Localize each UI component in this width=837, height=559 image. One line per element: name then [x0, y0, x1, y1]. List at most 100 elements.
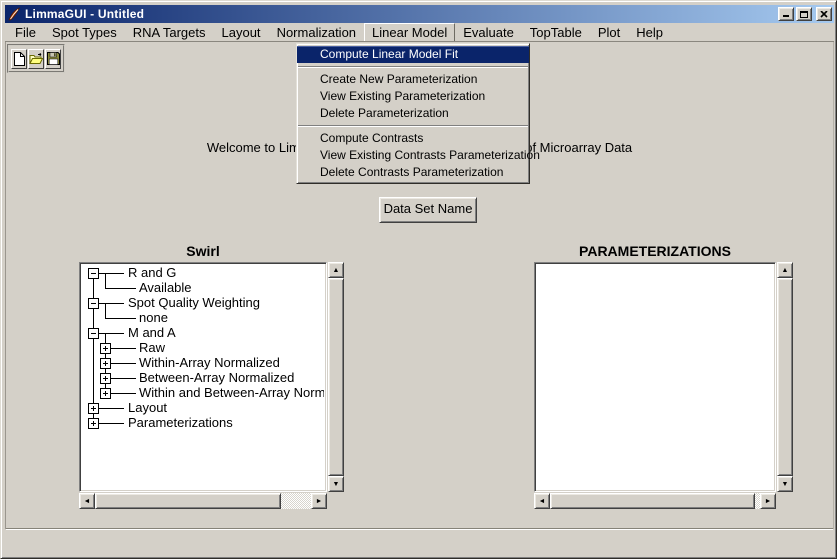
left-horizontal-scrollbar[interactable]: ◄ ►: [79, 493, 327, 509]
parameterizations-list: [537, 265, 773, 489]
scroll-down-icon: ▼: [782, 481, 789, 488]
tree-node-within-array-normalized[interactable]: Within-Array Normalized: [139, 355, 280, 370]
tree-node-spot-quality-weighting[interactable]: Spot Quality Weighting: [128, 295, 260, 310]
menu-item-view-existing-contrasts-parameterization[interactable]: View Existing Contrasts Parameterization: [297, 147, 529, 164]
scroll-left-icon: ◄: [84, 498, 91, 505]
tree-connector-line: [98, 333, 124, 334]
tree-node-parameterizations[interactable]: Parameterizations: [128, 415, 233, 430]
tree-expander-expand-icon[interactable]: [88, 418, 99, 429]
menubar-item-file[interactable]: File: [7, 23, 44, 42]
open-button[interactable]: [28, 49, 44, 69]
minimize-icon: [783, 15, 789, 17]
save-floppy-icon: [47, 52, 60, 65]
tree-expander-collapse-icon[interactable]: [88, 268, 99, 279]
scroll-left-button[interactable]: ◄: [534, 493, 550, 509]
menubar-item-spot-types[interactable]: Spot Types: [44, 23, 125, 42]
tree-node-none[interactable]: none: [139, 310, 168, 325]
menubar-item-evaluate[interactable]: Evaluate: [455, 23, 522, 42]
scrollbar-thumb[interactable]: [328, 278, 344, 476]
app-window: LimmaGUI - Untitled FileSpot TypesRNA Ta…: [0, 0, 837, 559]
tree-expander-expand-icon[interactable]: [100, 343, 111, 354]
data-set-name-button[interactable]: Data Set Name: [379, 197, 477, 223]
scroll-up-icon: ▲: [333, 267, 340, 274]
menu-item-create-new-parameterization[interactable]: Create New Parameterization: [297, 71, 529, 88]
tree-connector-line: [110, 378, 136, 379]
tree-expander-expand-icon[interactable]: [100, 358, 111, 369]
right-horizontal-scrollbar[interactable]: ◄ ►: [534, 493, 776, 509]
tree-connector-line: [110, 363, 136, 364]
menu-item-compute-contrasts[interactable]: Compute Contrasts: [297, 130, 529, 147]
tree-trunk-line: [93, 273, 94, 423]
tree-expander-expand-icon[interactable]: [100, 373, 111, 384]
tree-branch-line: [105, 273, 106, 288]
tree-expander-expand-icon[interactable]: [88, 403, 99, 414]
scroll-down-button[interactable]: ▼: [777, 476, 793, 492]
left-panel-title: Swirl: [79, 243, 327, 259]
scrollbar-thumb[interactable]: [95, 493, 281, 509]
minimize-button[interactable]: [778, 7, 794, 21]
tree-node-layout[interactable]: Layout: [128, 400, 167, 415]
new-document-icon: [13, 52, 25, 66]
tree-node-r-and-g[interactable]: R and G: [128, 265, 176, 280]
menubar-item-plot[interactable]: Plot: [590, 23, 628, 42]
scroll-down-button[interactable]: ▼: [328, 476, 344, 492]
window-title: LimmaGUI - Untitled: [25, 7, 144, 21]
new-button[interactable]: [11, 49, 27, 69]
scroll-left-icon: ◄: [539, 498, 546, 505]
tree-connector-line: [98, 423, 124, 424]
scroll-right-icon: ►: [316, 498, 323, 505]
tree-node-within-and-between-array-normalized[interactable]: Within and Between-Array Normalized: [139, 385, 324, 400]
menubar-item-normalization[interactable]: Normalization: [269, 23, 364, 42]
tree-connector-line: [98, 273, 124, 274]
app-icon[interactable]: [7, 7, 21, 21]
menubar-item-toptable[interactable]: TopTable: [522, 23, 590, 42]
menubar-item-rna-targets[interactable]: RNA Targets: [125, 23, 214, 42]
menu-item-delete-contrasts-parameterization[interactable]: Delete Contrasts Parameterization: [297, 164, 529, 181]
menubar-divider: [5, 41, 834, 42]
menu-item-view-existing-parameterization[interactable]: View Existing Parameterization: [297, 88, 529, 105]
save-button[interactable]: [45, 49, 61, 69]
scrollbar-thumb[interactable]: [777, 278, 793, 476]
bottom-divider: [6, 528, 833, 530]
scroll-right-button[interactable]: ►: [760, 493, 776, 509]
tree-expander-collapse-icon[interactable]: [88, 328, 99, 339]
scrollbar-thumb[interactable]: [550, 493, 755, 509]
tree-expander-collapse-icon[interactable]: [88, 298, 99, 309]
tree-node-m-and-a[interactable]: M and A: [128, 325, 176, 340]
scroll-up-button[interactable]: ▲: [777, 262, 793, 278]
tree-node-raw[interactable]: Raw: [139, 340, 165, 355]
open-folder-icon: [29, 52, 43, 65]
tree-expander-expand-icon[interactable]: [100, 388, 111, 399]
scroll-right-button[interactable]: ►: [311, 493, 327, 509]
menu-separator: [297, 63, 529, 71]
tree-node-between-array-normalized[interactable]: Between-Array Normalized: [139, 370, 294, 385]
tree-connector-line: [110, 393, 136, 394]
tree-connector-line: [105, 288, 136, 289]
scroll-down-icon: ▼: [333, 481, 340, 488]
menu-item-delete-parameterization[interactable]: Delete Parameterization: [297, 105, 529, 122]
right-vertical-scrollbar[interactable]: ▲ ▼: [777, 262, 793, 492]
scroll-up-button[interactable]: ▲: [328, 262, 344, 278]
scroll-right-icon: ►: [765, 498, 772, 505]
scroll-up-icon: ▲: [782, 267, 789, 274]
tree-connector-line: [98, 303, 124, 304]
maximize-button[interactable]: [796, 7, 812, 21]
close-button[interactable]: [816, 7, 832, 21]
tree-connector-line: [105, 318, 136, 319]
menubar-item-linear-model[interactable]: Linear Model: [364, 23, 455, 42]
menubar-item-layout[interactable]: Layout: [214, 23, 269, 42]
menubar-item-help[interactable]: Help: [628, 23, 671, 42]
left-vertical-scrollbar[interactable]: ▲ ▼: [328, 262, 344, 492]
parameterizations-listbox[interactable]: [534, 262, 776, 492]
tree-connector-line: [110, 348, 136, 349]
dataset-tree-listbox[interactable]: R and GAvailableSpot Quality Weightingno…: [79, 262, 327, 492]
menu-item-compute-linear-model-fit[interactable]: Compute Linear Model Fit: [297, 46, 529, 63]
menu-separator: [297, 122, 529, 130]
linear-model-menu: Compute Linear Model Fit Create New Param…: [296, 43, 530, 184]
right-panel-title: PARAMETERIZATIONS: [534, 243, 776, 259]
maximize-icon: [800, 11, 808, 18]
scroll-left-button[interactable]: ◄: [79, 493, 95, 509]
close-icon: [820, 11, 828, 18]
tree-node-available[interactable]: Available: [139, 280, 192, 295]
tree-branch-line: [105, 303, 106, 318]
